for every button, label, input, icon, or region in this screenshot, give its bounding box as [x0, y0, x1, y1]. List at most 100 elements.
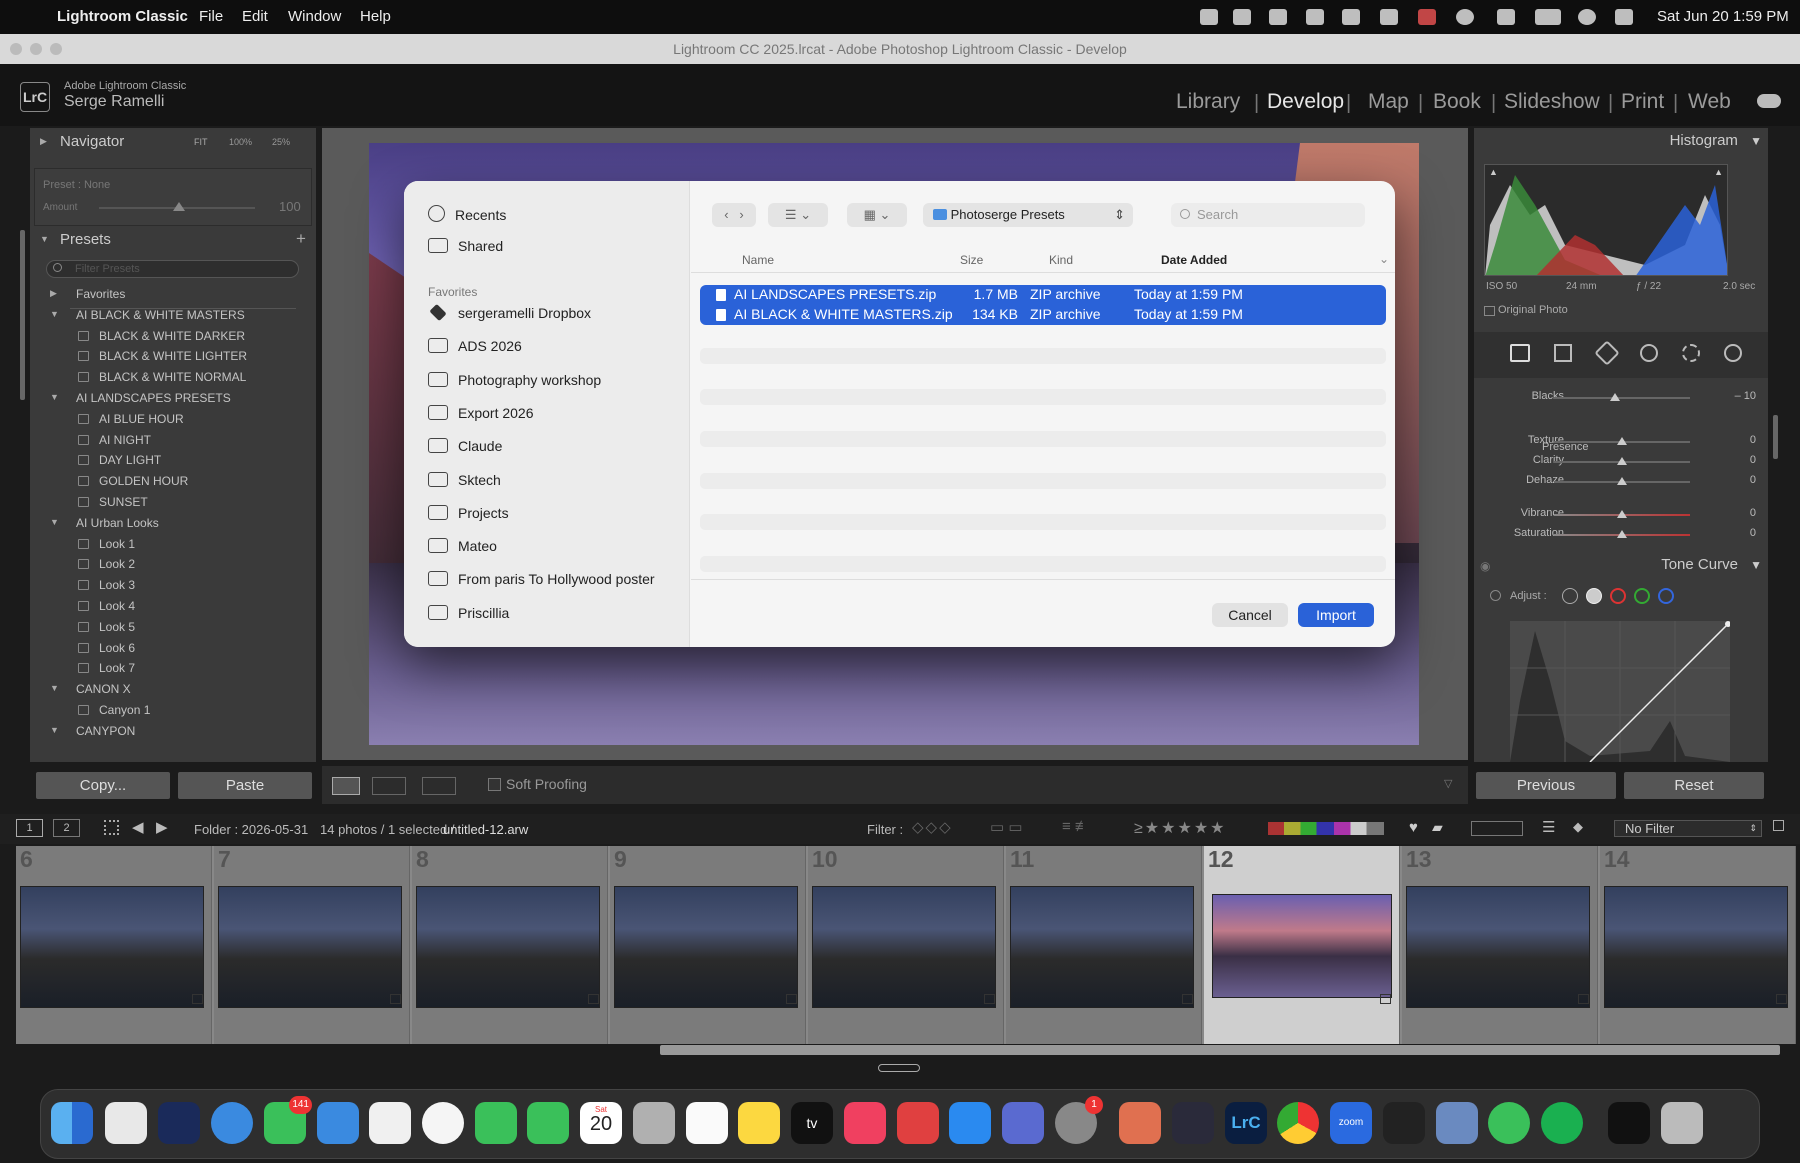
fantastical-tray-icon[interactable]: [1418, 9, 1436, 25]
sidebar-item-favorite[interactable]: Claude: [428, 438, 502, 464]
preset-tree-row[interactable]: Canyon 1: [30, 700, 316, 720]
filter-preset-dropdown[interactable]: No Filter ⇕: [1614, 820, 1762, 837]
back-forward-buttons[interactable]: ‹ ›: [712, 203, 756, 227]
tone-curve-header[interactable]: ◉ Tone Curve ▼: [1474, 556, 1762, 580]
zoom-100[interactable]: 100%: [229, 137, 252, 147]
sort-chevron-icon[interactable]: ⌄: [1379, 252, 1389, 266]
reset-button[interactable]: Reset: [1624, 772, 1764, 799]
filmstrip-thumbnail[interactable]: [218, 886, 402, 1008]
claude-tray-icon[interactable]: [1269, 9, 1287, 25]
sidebar-item-shared[interactable]: Shared: [428, 238, 503, 264]
slider-thumb[interactable]: [1617, 510, 1627, 518]
preset-tree-row[interactable]: ▶ Favorites: [30, 284, 316, 304]
menu-help[interactable]: Help: [360, 8, 391, 25]
preset-tree-row[interactable]: ▼ AI LANDSCAPES PRESETS: [30, 388, 316, 408]
filmstrip-cell[interactable]: 12: [1204, 846, 1400, 1044]
masking-icon[interactable]: [1682, 344, 1700, 362]
claude-icon[interactable]: [1119, 1102, 1161, 1144]
sidebar-item-favorite[interactable]: From paris To Hollywood poster: [428, 571, 655, 597]
sidebar-item-favorite[interactable]: ADS 2026: [428, 338, 522, 364]
chatgpt-tray-icon[interactable]: [1306, 9, 1324, 25]
filmstrip-cell[interactable]: 11: [1006, 846, 1202, 1044]
whatsapp-icon[interactable]: [1488, 1102, 1530, 1144]
highlight-clipping-icon[interactable]: ▲: [1714, 167, 1723, 177]
preset-tree-row[interactable]: ▼ CANYPON: [30, 721, 316, 741]
messages-icon[interactable]: 141: [264, 1096, 312, 1144]
disclosure-triangle-icon[interactable]: ▼: [50, 517, 59, 527]
star-rating-filter[interactable]: ≥★★★★★: [1134, 818, 1227, 838]
preset-tree-row[interactable]: Look 3: [30, 575, 316, 595]
sidebar-item-favorite[interactable]: Export 2026: [428, 404, 534, 431]
preset-tree-row[interactable]: Look 5: [30, 617, 316, 637]
file-row[interactable]: AI BLACK & WHITE MASTERS.zip 134 KB ZIP ar…: [700, 305, 1386, 325]
column-date-added[interactable]: Date Added: [1161, 253, 1227, 267]
phone-icon[interactable]: [527, 1102, 569, 1144]
disclosure-triangle-icon[interactable]: ▼: [50, 725, 59, 735]
previous-photo-icon[interactable]: ◀: [132, 818, 144, 836]
filmstrip-thumbnail[interactable]: [1010, 886, 1194, 1008]
right-panel-scrollbar[interactable]: [1773, 415, 1778, 459]
left-panel-scrollbar[interactable]: [20, 230, 25, 400]
column-kind[interactable]: Kind: [1049, 253, 1073, 267]
preset-tree-row[interactable]: AI BLUE HOUR: [30, 409, 316, 429]
slider-thumb[interactable]: [1617, 457, 1627, 465]
preset-tree-row[interactable]: Look 1: [30, 534, 316, 554]
user-tray-icon[interactable]: [1456, 9, 1474, 25]
zoom-window-button[interactable]: [50, 43, 62, 55]
zoom-tray-icon[interactable]: [1200, 9, 1218, 25]
safari-icon[interactable]: [211, 1102, 253, 1144]
zoom-icon[interactable]: zoom: [1330, 1102, 1372, 1144]
sidebar-item-favorite[interactable]: Photography workshop: [428, 371, 601, 398]
filmstrip-thumbnail[interactable]: [416, 886, 600, 1008]
loupe-view-button[interactable]: [332, 777, 360, 795]
grammarly-tray-icon[interactable]: [1380, 9, 1398, 25]
preset-tree-row[interactable]: DAY LIGHT: [30, 450, 316, 470]
menu-edit[interactable]: Edit: [242, 8, 268, 25]
filmstrip-thumbnail[interactable]: [1604, 886, 1788, 1008]
control-center-icon[interactable]: [1615, 9, 1633, 25]
feed-tray-icon[interactable]: [1342, 9, 1360, 25]
forward-icon[interactable]: ›: [739, 207, 743, 222]
import-button[interactable]: Import: [1298, 603, 1374, 627]
filter-toggle-switch[interactable]: [1773, 820, 1784, 831]
before-after-swap-button[interactable]: [422, 777, 456, 795]
notes-icon[interactable]: [738, 1102, 780, 1144]
slider-track[interactable]: [1554, 397, 1690, 399]
flag-filter-icons[interactable]: ◇◇◇: [912, 818, 953, 836]
list-view-button[interactable]: ☰ ⌄: [768, 203, 828, 227]
filmstrip-cell[interactable]: 14: [1600, 846, 1796, 1044]
slider-thumb[interactable]: [1617, 437, 1627, 445]
slider-thumb[interactable]: [1610, 393, 1621, 401]
filmstrip-thumbnail[interactable]: [20, 886, 204, 1008]
copy-settings-button[interactable]: Copy...: [36, 772, 170, 799]
filmstrip-cell[interactable]: 6: [16, 846, 212, 1044]
close-window-button[interactable]: [10, 43, 22, 55]
preset-tree-row[interactable]: ▼ CANON X: [30, 679, 316, 699]
cloud-sync-icon[interactable]: [1757, 94, 1781, 108]
crop-icon[interactable]: [1554, 344, 1572, 362]
grid-view-button[interactable]: ▦ ⌄: [847, 203, 907, 227]
filmstrip-thumbnail[interactable]: [812, 886, 996, 1008]
sidebar-item-recents[interactable]: Recents: [428, 205, 506, 231]
module-book[interactable]: Book: [1433, 90, 1481, 114]
battery-icon[interactable]: [1535, 9, 1561, 25]
red-channel-icon[interactable]: [1610, 588, 1626, 604]
paste-settings-button[interactable]: Paste: [178, 772, 312, 799]
sidebar-item-favorite[interactable]: Sktech: [428, 471, 501, 498]
app-store-icon[interactable]: [949, 1102, 991, 1144]
music-icon[interactable]: [844, 1102, 886, 1144]
search-icon[interactable]: [1578, 9, 1596, 25]
filmstrip-collapse-handle[interactable]: [878, 1064, 920, 1072]
filmstrip-scrollbar[interactable]: [660, 1045, 1780, 1055]
mail-icon[interactable]: [317, 1102, 359, 1144]
column-size[interactable]: Size: [960, 253, 983, 267]
preset-tree-row[interactable]: BLACK & WHITE LIGHTER: [30, 346, 316, 366]
slider-thumb[interactable]: [1617, 530, 1627, 538]
shadow-clipping-icon[interactable]: ▲: [1489, 167, 1498, 177]
module-slideshow[interactable]: Slideshow: [1504, 90, 1600, 114]
lightroom-icon[interactable]: LrC: [1225, 1102, 1267, 1144]
spotify-icon[interactable]: [1541, 1102, 1583, 1144]
presets-tool-icon[interactable]: [1724, 344, 1742, 362]
disk-utility-icon[interactable]: [1436, 1102, 1478, 1144]
kind-filter-icons[interactable]: [1471, 821, 1523, 836]
